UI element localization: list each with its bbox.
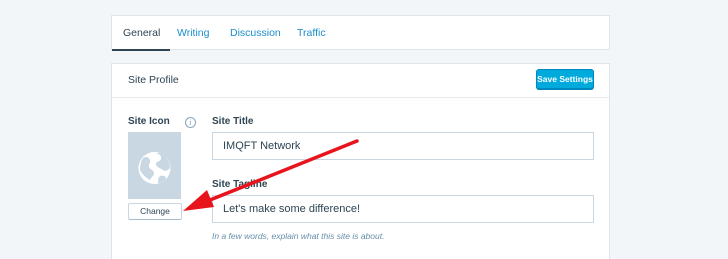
site-title-label: Site Title <box>212 116 254 127</box>
site-tagline-input[interactable]: Let's make some difference! <box>212 195 594 223</box>
site-tagline-label: Site Tagline <box>212 179 268 190</box>
site-profile-header: Site Profile Save Settings <box>112 64 609 98</box>
site-title-input[interactable]: IMQFT Network <box>212 132 594 160</box>
tab-writing[interactable]: Writing <box>177 16 209 50</box>
site-icon-preview <box>128 132 181 199</box>
section-nav: General Writing Discussion Traffic <box>111 15 610 51</box>
tagline-hint: In a few words, explain what this site i… <box>212 231 385 241</box>
globe-icon <box>138 152 171 184</box>
site-profile-card: Site Profile Save Settings Site Icon i C… <box>111 63 610 259</box>
change-icon-button[interactable]: Change <box>128 203 182 220</box>
tab-discussion[interactable]: Discussion <box>230 16 281 50</box>
tab-traffic[interactable]: Traffic <box>297 16 326 50</box>
site-profile-title: Site Profile <box>128 74 179 86</box>
tab-general[interactable]: General <box>111 16 171 51</box>
save-settings-button[interactable]: Save Settings <box>536 69 594 89</box>
site-icon-label: Site Icon <box>128 116 170 127</box>
settings-page: General Writing Discussion Traffic Site … <box>0 0 728 259</box>
info-icon[interactable]: i <box>185 117 196 128</box>
